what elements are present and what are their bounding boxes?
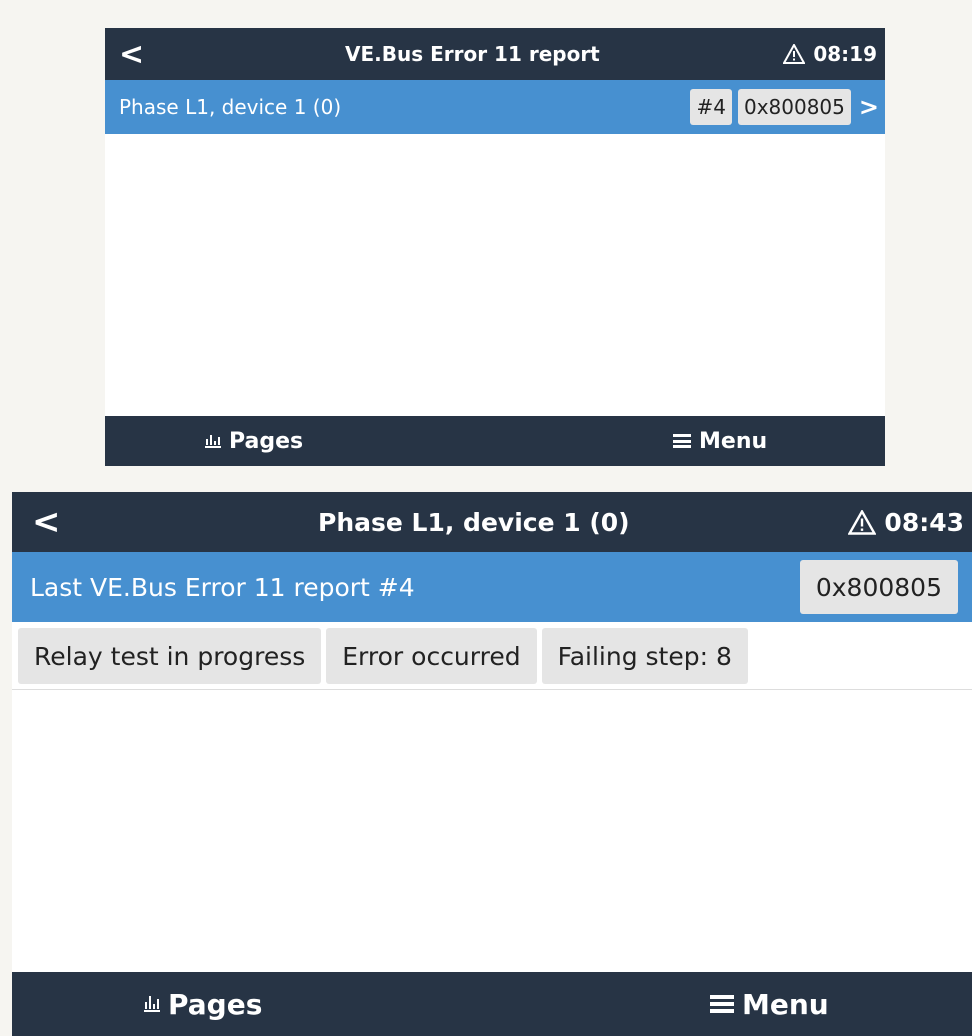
device-label: Phase L1, device 1 (0): [119, 95, 342, 119]
hamburger-menu-icon: [673, 434, 691, 448]
menu-label: Menu: [742, 987, 829, 1021]
pages-label: Pages: [229, 428, 304, 454]
clock-time: 08:19: [813, 42, 877, 66]
pages-label: Pages: [168, 987, 263, 1021]
back-chevron-icon[interactable]: <: [119, 28, 144, 80]
hamburger-menu-icon: [710, 995, 734, 1013]
row-values: #4 0x800805 >: [690, 80, 879, 134]
clock-time: 08:43: [884, 507, 964, 537]
page-title: VE.Bus Error 11 report: [345, 42, 600, 66]
status-row: Relay test in progress Error occurred Fa…: [18, 628, 748, 684]
warning-icon[interactable]: [848, 509, 877, 535]
status-badge: Failing step: 8: [541, 628, 748, 684]
row-values: 0x800805: [799, 552, 958, 622]
menu-label: Menu: [699, 428, 768, 454]
page-title: Phase L1, device 1 (0): [318, 507, 630, 537]
chevron-right-icon[interactable]: >: [859, 93, 879, 121]
screen-error-report-list: < VE.Bus Error 11 report 08:19 Phase L1,…: [105, 28, 885, 466]
error-code-badge: 0x800805: [799, 560, 958, 614]
divider: [12, 689, 972, 690]
top-bar: < Phase L1, device 1 (0) 08:43: [12, 492, 972, 552]
bottom-bar: Pages Menu: [12, 972, 972, 1036]
report-count-badge: #4: [690, 89, 732, 125]
bottom-bar: Pages Menu: [105, 416, 885, 466]
bar-chart-icon: [144, 996, 160, 1012]
warning-icon[interactable]: [783, 44, 806, 64]
screen-error-report-detail: < Phase L1, device 1 (0) 08:43 Last VE.B…: [12, 492, 972, 1036]
report-label: Last VE.Bus Error 11 report #4: [30, 572, 415, 602]
status-badge: Relay test in progress: [18, 628, 322, 684]
menu-button[interactable]: Menu: [710, 972, 829, 1036]
menu-button[interactable]: Menu: [673, 416, 767, 466]
pages-button[interactable]: Pages: [205, 416, 303, 466]
status-badge: Error occurred: [326, 628, 537, 684]
error-code-badge: 0x800805: [737, 89, 851, 125]
top-bar: < VE.Bus Error 11 report 08:19: [105, 28, 885, 80]
error-report-row: Last VE.Bus Error 11 report #4 0x800805: [12, 552, 972, 622]
bar-chart-icon: [205, 434, 221, 448]
back-chevron-icon[interactable]: <: [32, 492, 61, 552]
clock: 08:43: [848, 492, 964, 552]
pages-button[interactable]: Pages: [144, 972, 262, 1036]
clock: 08:19: [783, 28, 877, 80]
error-report-row[interactable]: Phase L1, device 1 (0) #4 0x800805 >: [105, 80, 885, 134]
